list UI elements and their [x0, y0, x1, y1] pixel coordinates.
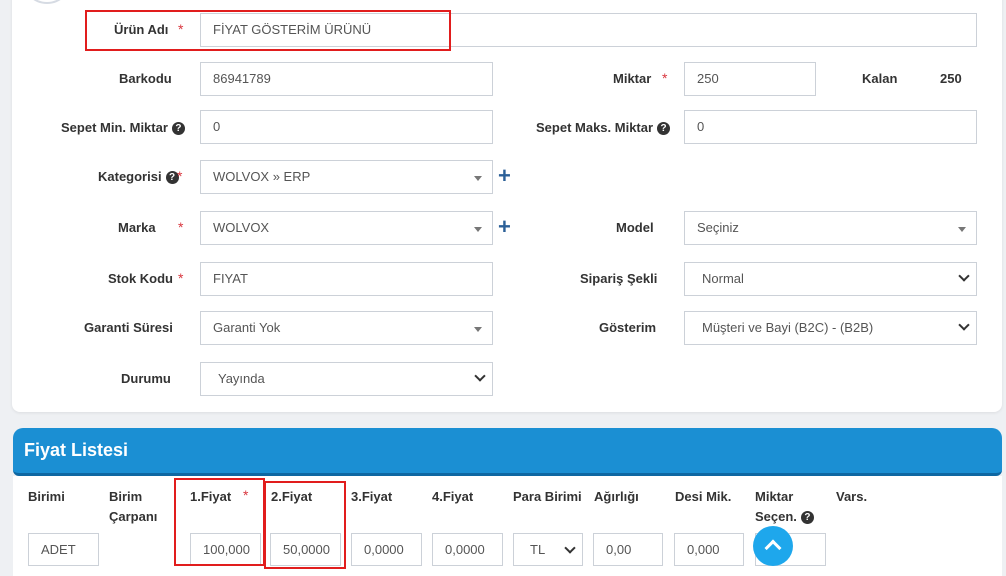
label-siparis-sekli: Sipariş Şekli: [580, 271, 658, 286]
label-stok-kodu: Stok Kodu: [108, 271, 173, 286]
price-list-header: Fiyat Listesi: [13, 428, 1002, 476]
required-mark: *: [178, 270, 184, 286]
kalan-value: 250: [940, 71, 962, 86]
desi-input[interactable]: 0,000: [674, 533, 744, 566]
col-agirligi: Ağırlığı: [594, 489, 639, 504]
kategorisi-select[interactable]: WOLVOX » ERP: [200, 160, 493, 194]
scroll-to-top-button[interactable]: [753, 526, 793, 566]
garanti-select[interactable]: Garanti Yok: [200, 311, 493, 345]
chevron-down-icon: [958, 270, 970, 282]
chevron-up-icon: [764, 539, 782, 557]
required-mark: *: [662, 70, 668, 86]
label-kalan: Kalan: [862, 71, 898, 86]
help-icon[interactable]: ?: [657, 122, 671, 135]
required-mark: *: [177, 168, 183, 184]
col-para-birimi: Para Birimi: [513, 489, 582, 504]
label-model: Model: [616, 220, 654, 235]
miktar-input[interactable]: 250: [684, 62, 816, 96]
stok-kodu-input[interactable]: FIYAT: [200, 262, 493, 296]
label-sepet-min: Sepet Min. Miktar?: [61, 120, 185, 135]
highlight-urun-adi: [85, 10, 451, 51]
add-marka-button[interactable]: +: [498, 216, 511, 238]
chevron-down-icon: [958, 319, 970, 331]
fiyat-4-input[interactable]: 0,0000: [432, 533, 503, 566]
durumu-select[interactable]: Yayında: [200, 362, 493, 396]
col-vars: Vars.: [836, 489, 868, 504]
marka-select[interactable]: WOLVOX: [200, 211, 493, 245]
model-select[interactable]: Seçiniz: [684, 211, 977, 245]
col-miktar-secen: Miktar Seçen.?: [755, 487, 814, 527]
caret-down-icon: [474, 176, 482, 181]
label-sepet-maks: Sepet Maks. Miktar?: [536, 120, 671, 135]
chevron-down-icon: [474, 370, 486, 382]
price-list-title: Fiyat Listesi: [24, 440, 129, 460]
logo-icon: [22, 0, 72, 4]
col-birim-carpani: Birim Çarpanı: [109, 489, 158, 524]
col-fiyat-3: 3.Fiyat: [351, 489, 393, 504]
col-desi: Desi Mik.: [675, 489, 732, 504]
sepet-min-input[interactable]: 0: [200, 110, 493, 144]
required-mark: *: [178, 219, 184, 235]
product-form-card: [12, 0, 1002, 412]
chevron-down-icon: [564, 542, 576, 554]
label-durumu: Durumu: [121, 371, 171, 386]
col-fiyat-4: 4.Fiyat: [432, 489, 474, 504]
gosterim-select[interactable]: Müşteri ve Bayi (B2C) - (B2B): [684, 311, 977, 345]
siparis-sekli-select[interactable]: Normal: [684, 262, 977, 296]
label-kategorisi: Kategorisi?: [98, 169, 179, 184]
label-marka: Marka: [118, 220, 156, 235]
caret-down-icon: [958, 227, 966, 232]
highlight-fiyat-1: [174, 478, 265, 566]
label-garanti: Garanti Süresi: [84, 320, 173, 335]
agirligi-input[interactable]: 0,00: [593, 533, 663, 566]
highlight-fiyat-2: [264, 481, 346, 569]
caret-down-icon: [474, 227, 482, 232]
label-gosterim: Gösterim: [599, 320, 657, 335]
label-miktar: Miktar: [613, 71, 652, 86]
add-kategori-button[interactable]: +: [498, 165, 511, 187]
sepet-maks-input[interactable]: 0: [684, 110, 977, 144]
para-birimi-select[interactable]: TL: [513, 533, 583, 566]
help-icon[interactable]: ?: [800, 511, 814, 524]
caret-down-icon: [474, 327, 482, 332]
barkodu-input[interactable]: 86941789: [200, 62, 493, 96]
col-birimi: Birimi: [28, 489, 65, 504]
birimi-input[interactable]: ADET: [28, 533, 99, 566]
fiyat-3-input[interactable]: 0,0000: [351, 533, 422, 566]
help-icon[interactable]: ?: [171, 122, 185, 135]
label-barkodu: Barkodu: [119, 71, 172, 86]
